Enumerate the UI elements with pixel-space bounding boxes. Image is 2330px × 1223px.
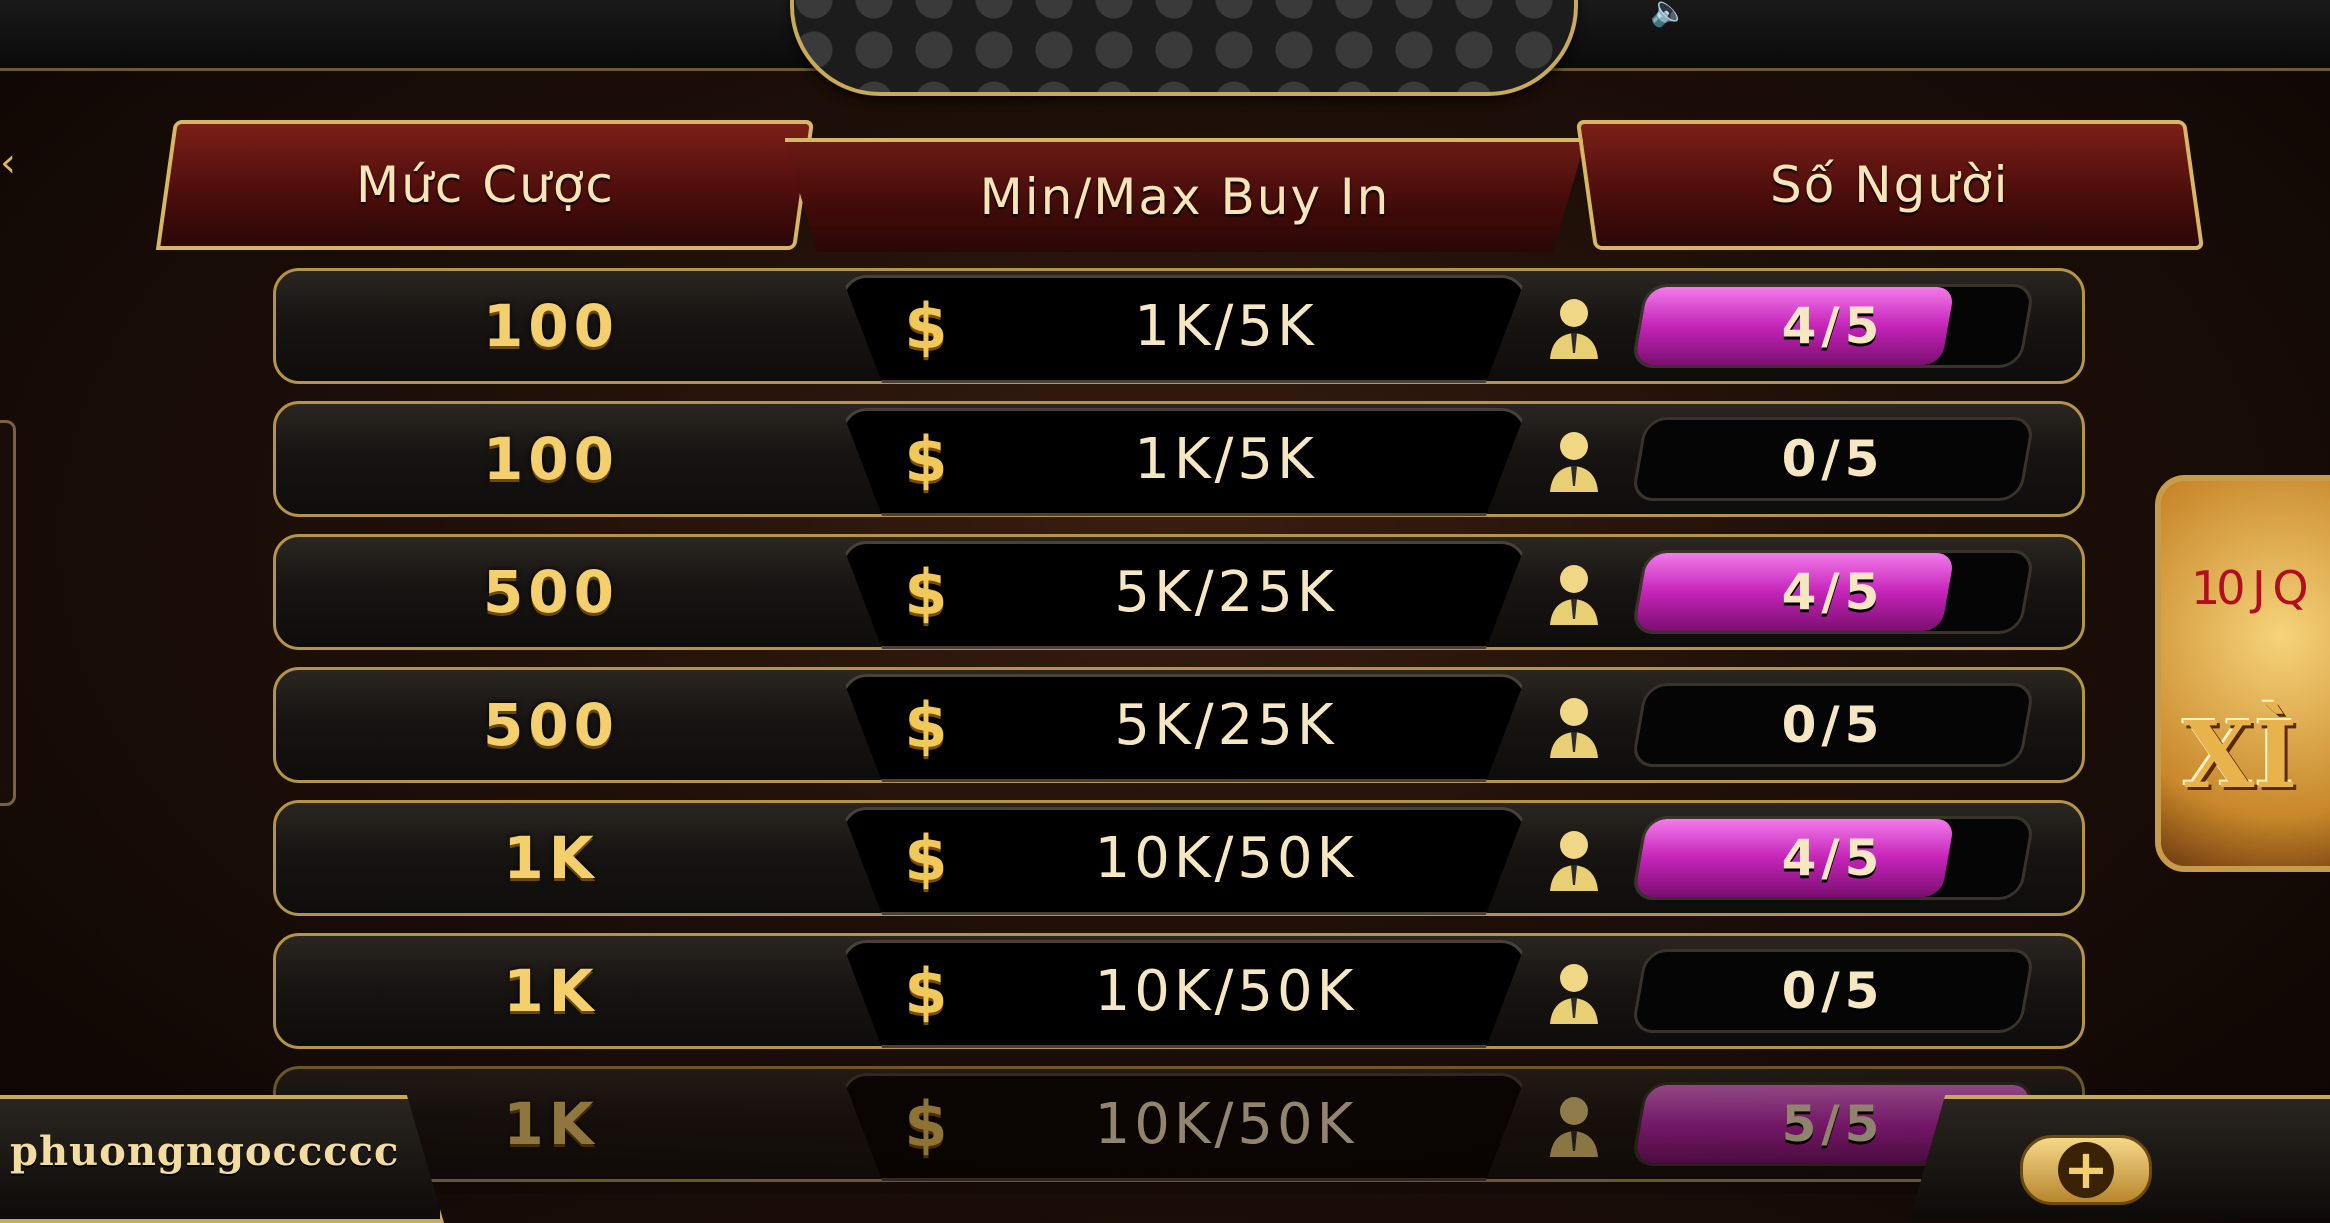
table-header: Mức Cược Min/Max Buy In Số Người [155,120,2205,260]
top-emblem [790,0,1578,96]
player-icon [1550,1097,1598,1157]
table-row[interactable]: 1K $ 10K/50K 0/5 [273,933,2085,1049]
buyin-value: 5K/25K [1114,559,1338,625]
playing-cards-icon: 10 J Q [2191,561,2309,615]
player-icon [1550,299,1598,359]
table-row[interactable]: 100 $ 1K/5K 0/5 [273,401,2085,517]
dollar-icon: $ [904,555,948,629]
dollar-icon: $ [904,821,948,895]
header-players-label: Số Người [1770,156,2010,214]
header-bet[interactable]: Mức Cược [155,120,815,250]
header-mid-border [785,138,1585,142]
buyin-value: 10K/50K [1094,1091,1358,1157]
table-row[interactable]: 500 $ 5K/25K 0/5 [273,667,2085,783]
bet-value: 1K [503,957,599,1025]
buyin-value: 10K/50K [1094,958,1358,1024]
player-icon [1550,698,1598,758]
players-count: 0/5 [1781,430,1885,488]
header-players[interactable]: Số Người [1575,120,2205,250]
buyin-value: 5K/25K [1114,692,1338,758]
dollar-icon: $ [904,1087,948,1161]
dollar-icon: $ [904,289,948,363]
bet-value: 1K [503,824,599,892]
buyin-value: 1K/5K [1134,293,1318,359]
players-count: 4/5 [1781,297,1885,355]
bet-value: 100 [482,292,620,360]
buyin-value: 1K/5K [1134,426,1318,492]
players-count: 4/5 [1781,563,1885,621]
player-icon [1550,565,1598,625]
header-bet-label: Mức Cược [355,156,615,214]
table-row[interactable]: 100 $ 1K/5K 4/5 [273,268,2085,384]
bet-value: 100 [482,425,620,493]
player-icon [1550,831,1598,891]
players-count: 4/5 [1781,829,1885,887]
header-buyin[interactable]: Min/Max Buy In [785,142,1585,252]
dollar-icon: $ [904,422,948,496]
table-row[interactable]: 1K $ 10K/50K 5/5 [273,1066,2085,1182]
speaker-icon[interactable]: 🔈 [1650,0,1687,27]
game-promo-card[interactable]: 10 J Q XÌ [2155,475,2330,872]
players-count: 0/5 [1781,962,1885,1020]
add-button[interactable]: + [2020,1135,2152,1205]
promo-title: XÌ [2183,701,2298,809]
bet-value: 500 [482,558,620,626]
player-icon [1550,432,1598,492]
bet-value: 500 [482,691,620,759]
header-buyin-label: Min/Max Buy In [979,168,1391,226]
dollar-icon: $ [904,688,948,762]
table-row[interactable]: 1K $ 10K/50K 4/5 [273,800,2085,916]
table-row[interactable]: 500 $ 5K/25K 4/5 [273,534,2085,650]
player-icon [1550,964,1598,1024]
players-count: 0/5 [1781,696,1885,754]
dollar-icon: $ [904,954,948,1028]
username[interactable]: phuongngoccccc [10,1128,399,1188]
plus-icon: + [2058,1142,2114,1198]
back-chevron-icon[interactable]: ‹ [0,140,16,230]
left-side-panel[interactable] [0,420,16,806]
buyin-value: 10K/50K [1094,825,1358,891]
